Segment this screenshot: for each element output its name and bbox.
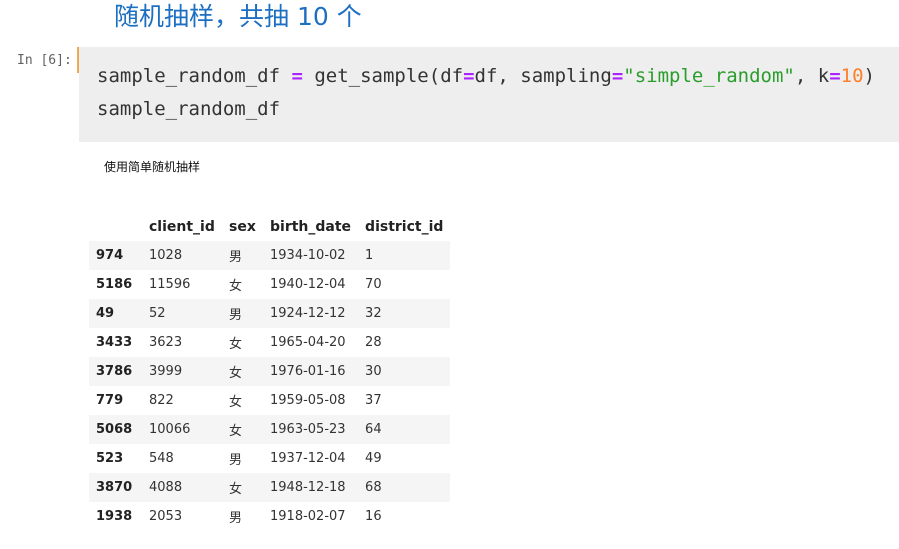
cell-client-id: 4088 [149, 480, 183, 495]
row-index: 974 [96, 248, 124, 263]
code-cell[interactable]: In [6]: sample_random_df = get_sample(df… [0, 47, 899, 142]
cell-district-id: 49 [365, 451, 382, 466]
cell-birth-date: 1934-10-02 [270, 248, 346, 263]
cell-district-id: 32 [365, 306, 382, 321]
code-input-area[interactable]: sample_random_df = get_sample(df=df, sam… [79, 47, 899, 142]
table-row: 523 548 男 1937-12-04 49 [89, 444, 451, 473]
cell-sex: 男 [229, 308, 243, 323]
markdown-heading: 随机抽样，共抽 10 个 [114, 2, 362, 31]
cell-birth-date: 1963-05-23 [270, 422, 346, 437]
cell-birth-date: 1959-05-08 [270, 393, 346, 408]
cell-district-id: 64 [365, 422, 382, 437]
cell-sex: 男 [229, 511, 243, 526]
cell-sex: 女 [229, 366, 243, 381]
code-number: 10 [840, 65, 864, 87]
cell-district-id: 68 [365, 480, 382, 495]
table-row: 5186 11596 女 1940-12-04 70 [89, 270, 451, 299]
cell-sex: 男 [229, 250, 243, 265]
cell-birth-date: 1918-02-07 [270, 509, 346, 524]
cell-sex: 女 [229, 482, 243, 497]
row-index: 3786 [96, 364, 133, 379]
cell-birth-date: 1940-12-04 [270, 277, 346, 292]
row-index: 5186 [96, 277, 133, 292]
cell-birth-date: 1924-12-12 [270, 306, 346, 321]
row-index: 5068 [96, 422, 133, 437]
column-header-birth-date: birth_date [263, 212, 359, 241]
row-index: 779 [96, 393, 124, 408]
table-row: 49 52 男 1924-12-12 32 [89, 299, 451, 328]
code-operator: = [829, 65, 841, 87]
cell-client-id: 822 [149, 393, 174, 408]
column-header-sex: sex [222, 212, 263, 241]
row-index: 49 [96, 306, 115, 321]
table-row: 3870 4088 女 1948-12-18 68 [89, 473, 451, 502]
code-text[interactable]: sample_random_df = get_sample(df=df, sam… [97, 60, 875, 126]
code-operator: = [611, 65, 624, 87]
cell-sex: 女 [229, 424, 243, 439]
code-token: ) [863, 65, 875, 87]
output-caption: 使用简单随机抽样 [104, 160, 201, 174]
table-row: 3433 3623 女 1965-04-20 28 [89, 328, 451, 357]
row-index: 523 [96, 451, 124, 466]
column-header-index [89, 212, 142, 241]
cell-birth-date: 1976-01-16 [270, 364, 346, 379]
cell-client-id: 10066 [149, 422, 191, 437]
table-row: 3786 3999 女 1976-01-16 30 [89, 357, 451, 386]
cell-client-id: 52 [149, 306, 166, 321]
cell-birth-date: 1965-04-20 [270, 335, 346, 350]
cell-district-id: 37 [365, 393, 382, 408]
table-row: 974 1028 男 1934-10-02 1 [89, 241, 451, 270]
cell-sex: 女 [229, 395, 243, 410]
cell-client-id: 3999 [149, 364, 183, 379]
code-operator: = [291, 65, 303, 87]
cell-district-id: 30 [365, 364, 382, 379]
table-header-row: client_id sex birth_date district_id [89, 212, 451, 241]
code-operator: = [463, 65, 475, 87]
cell-district-id: 28 [365, 335, 382, 350]
cell-sex: 女 [229, 337, 243, 352]
code-token: sample_random_df [97, 65, 292, 87]
cell-client-id: 548 [149, 451, 174, 466]
column-header-client-id: client_id [142, 212, 222, 241]
cell-sex: 女 [229, 279, 243, 294]
code-string: "simple_random" [623, 65, 795, 87]
table-row: 5068 10066 女 1963-05-23 64 [89, 415, 451, 444]
dataframe-table: client_id sex birth_date district_id 974… [89, 212, 451, 531]
code-token: get_sample(df [302, 65, 464, 87]
cell-birth-date: 1937-12-04 [270, 451, 346, 466]
code-line-2: sample_random_df [97, 98, 281, 120]
cell-client-id: 11596 [149, 277, 191, 292]
cell-sex: 男 [229, 453, 243, 468]
cell-birth-date: 1948-12-18 [270, 480, 346, 495]
cell-district-id: 1 [365, 248, 374, 263]
column-header-district-id: district_id [358, 212, 451, 241]
row-index: 3433 [96, 335, 133, 350]
row-index: 1938 [96, 509, 133, 524]
code-token: , k [794, 65, 830, 87]
cell-district-id: 70 [365, 277, 382, 292]
cell-client-id: 2053 [149, 509, 183, 524]
table-row: 1938 2053 男 1918-02-07 16 [89, 502, 451, 531]
row-index: 3870 [96, 480, 133, 495]
cell-district-id: 16 [365, 509, 382, 524]
cell-prompt: In [6]: [17, 53, 72, 68]
table-row: 779 822 女 1959-05-08 37 [89, 386, 451, 415]
cell-client-id: 1028 [149, 248, 183, 263]
code-token: df, sampling [474, 65, 612, 87]
cell-client-id: 3623 [149, 335, 183, 350]
